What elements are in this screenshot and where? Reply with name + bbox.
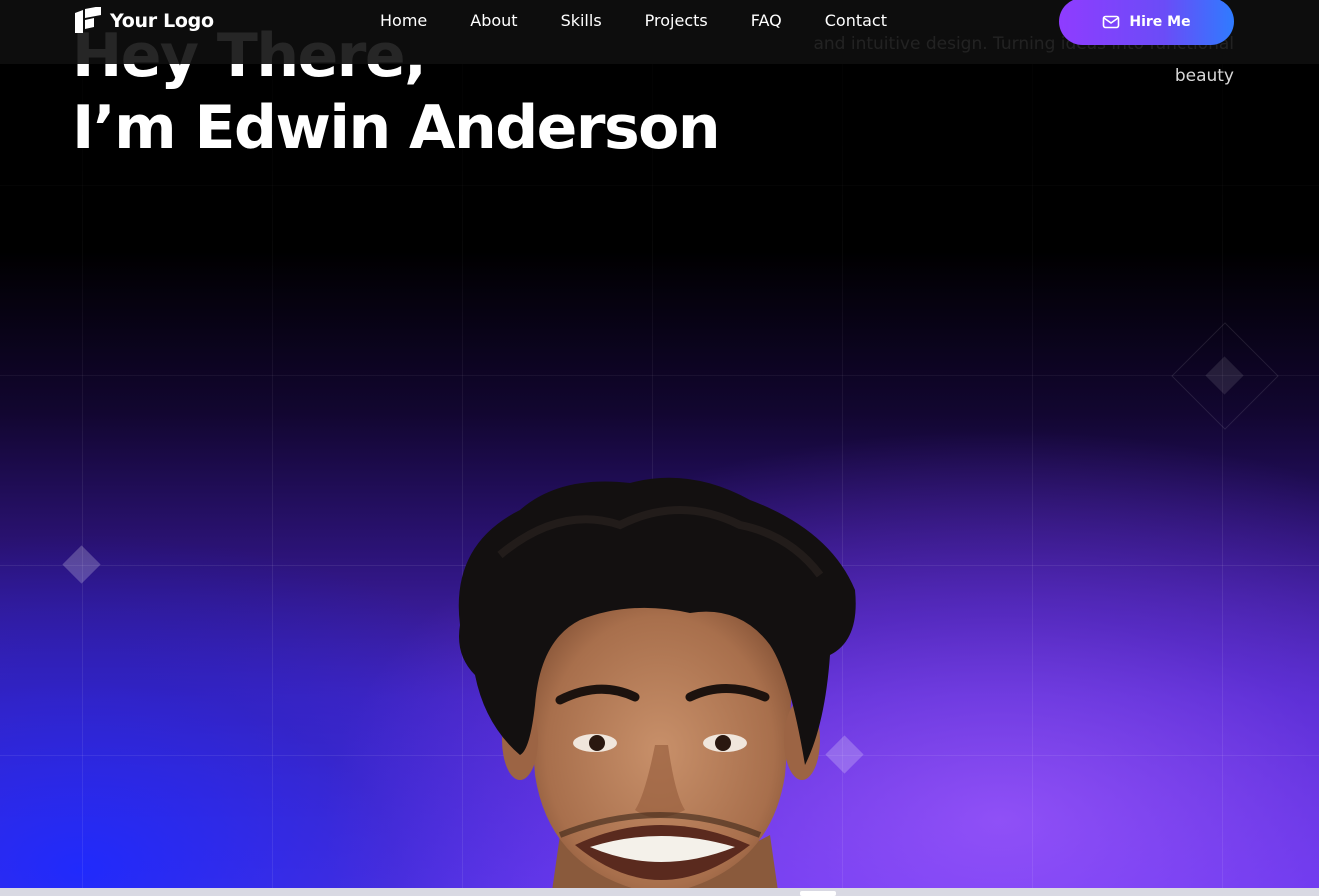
scrollbar-thumb[interactable] [800,891,836,896]
mail-icon [1103,15,1120,28]
horizontal-scrollbar[interactable] [0,888,1319,896]
portrait-image [458,477,856,896]
nav-contact[interactable]: Contact [825,11,887,30]
nav-about[interactable]: About [470,11,517,30]
hero-page: Hey There, I’m Edwin Anderson and intuit… [0,0,1319,896]
main-nav: Home About Skills Projects FAQ Contact [380,11,930,30]
nav-skills[interactable]: Skills [561,11,602,30]
logo-icon [75,7,101,33]
site-header: Your Logo Home About Skills Projects FAQ… [0,0,1319,64]
nav-projects[interactable]: Projects [645,11,708,30]
hero-title-line2: I’m Edwin Anderson [72,93,721,163]
logo-text: Your Logo [110,10,214,32]
hire-me-button[interactable]: Hire Me [1059,0,1234,45]
hire-me-label: Hire Me [1129,13,1191,30]
nav-home[interactable]: Home [380,11,427,30]
nav-faq[interactable]: FAQ [751,11,782,30]
logo[interactable]: Your Logo [74,7,214,35]
